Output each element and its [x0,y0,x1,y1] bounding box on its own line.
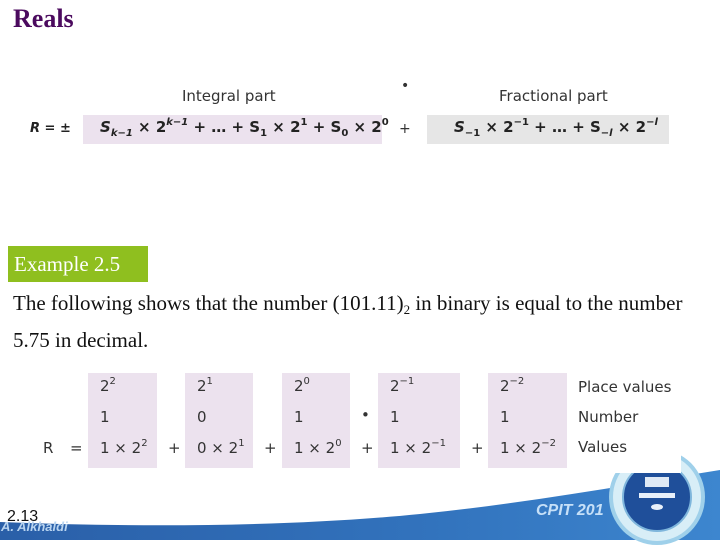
plus-operator: + [264,439,277,457]
example-badge: Example 2.5 [8,246,148,282]
place-value-cell: 21 [197,376,213,395]
value-cell: 1 × 2−1 [390,438,446,457]
table-lhs: R [43,439,54,457]
digit-cell: 1 [100,408,110,426]
row-label-place-values: Place values [578,378,672,396]
example-badge-label: Example 2.5 [14,252,121,276]
value-cell: 0 × 21 [197,438,245,457]
place-value-cell: 22 [100,376,116,395]
row-label-values-overlay: Values [578,438,628,456]
radix-point: • [401,78,410,94]
value-cell: 1 × 2−2 [500,438,556,457]
fractional-part-label: Fractional part [499,87,608,105]
formula-lhs: R = ± [30,121,71,136]
fractional-expression: S−1 × 2−1 + … + S−l × 2−l [454,117,658,139]
digit-cell: 0 [197,408,207,426]
course-code: CPIT 201 [536,502,604,519]
example-description: The following shows that the number (101… [13,291,683,352]
plus-operator: + [361,439,374,457]
formula-lhs-text: R = ± [30,121,71,136]
table-equals: = [70,439,83,457]
slide-title: Reals [13,4,74,33]
value-cell: 1 × 22 [100,438,148,457]
place-value-cell: 20 [294,376,310,395]
row-label-number: Number [578,408,639,426]
radix-point: • [361,406,370,424]
author-name: A. Alkhaldi [1,519,68,534]
formula-plus: + [399,121,411,137]
digit-cell: 1 [294,408,304,426]
value-cell: 1 × 20 [294,438,342,457]
place-value-cell: 2−1 [390,376,415,395]
integral-expression: Sk−1 × 2k−1 + … + S1 × 21 + S0 × 20 [100,117,389,139]
place-value-cell: 2−2 [500,376,525,395]
digit-cell: 1 [390,408,400,426]
plus-operator: + [471,439,484,457]
integral-part-label: Integral part [182,87,276,105]
digit-cell: 1 [500,408,510,426]
plus-operator: + [168,439,181,457]
